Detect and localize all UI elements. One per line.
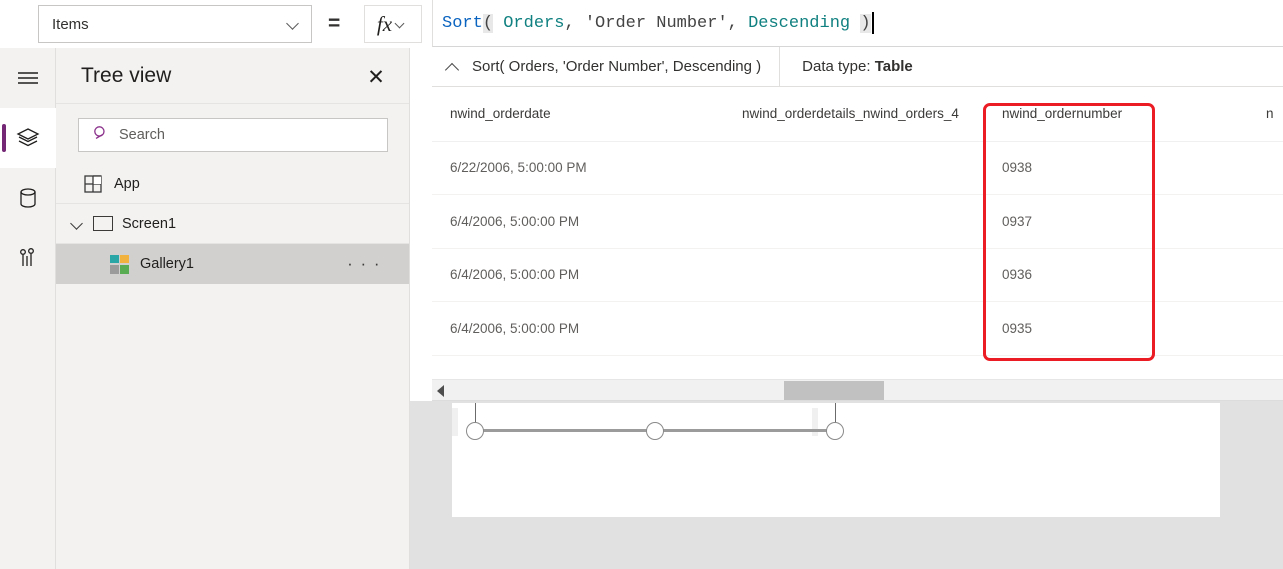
tree-item-app[interactable]: App	[56, 164, 409, 204]
table-cell: 6/4/2006, 5:00:00 PM	[432, 194, 724, 249]
close-icon[interactable]: ✕	[361, 62, 391, 92]
search-input[interactable]: Search	[78, 118, 388, 152]
data-type-value: Table	[874, 58, 913, 75]
formula-strip: Items = fx Sort( Orders, 'Order Number',…	[0, 0, 1283, 48]
fx-icon: fx	[376, 11, 393, 36]
table-cell	[1248, 141, 1283, 195]
chevron-down-icon[interactable]	[70, 217, 84, 231]
powerapps-studio: Items = fx Sort( Orders, 'Order Number',…	[0, 0, 1283, 569]
table-row[interactable]: 6/4/2006, 5:00:00 PM 0935	[432, 301, 1283, 356]
formula-token-identifier: Orders	[503, 13, 565, 33]
column-header[interactable]: nwind_ordernumber	[984, 87, 1248, 142]
gallery-icon	[110, 254, 129, 274]
table-cell	[1248, 248, 1283, 302]
app-icon	[84, 174, 102, 193]
resize-handle[interactable]	[826, 422, 844, 440]
data-type-label: Data type: Table	[780, 58, 913, 75]
rail-item-data[interactable]	[0, 168, 56, 228]
table-row[interactable]: 6/4/2006, 5:00:00 PM 0936	[432, 248, 1283, 302]
chevron-down-icon	[287, 18, 299, 30]
formula-token-paren: (	[482, 13, 494, 33]
tree-item-gallery1[interactable]: Gallery1 · · ·	[56, 244, 409, 284]
formula-token-function: Sort	[442, 13, 483, 33]
formula-text: Sort( Orders, 'Order Number', Descending…	[442, 13, 871, 33]
tree-item-label: App	[114, 175, 140, 192]
property-dropdown-value: Items	[52, 15, 89, 33]
selection-column-guide	[452, 408, 458, 436]
selection-stem	[475, 403, 476, 423]
fx-button[interactable]: fx	[364, 5, 422, 43]
result-expression: Sort( Orders, 'Order Number', Descending…	[472, 58, 762, 75]
rail-item-menu[interactable]	[0, 48, 56, 108]
resize-handle[interactable]	[466, 422, 484, 440]
formula-token-plain: ,	[564, 13, 585, 33]
tree-view-panel: Tree view ✕ Search App Screen1 Gallery1 …	[56, 48, 410, 569]
tree-item-screen1[interactable]: Screen1	[56, 204, 409, 244]
table-cell: 0935	[984, 301, 1248, 356]
table-body: 6/22/2006, 5:00:00 PM 0938 6/4/2006, 5:00:…	[432, 141, 1283, 356]
table-cell	[1248, 301, 1283, 356]
column-header[interactable]: nwind_orderdate	[432, 87, 724, 142]
scrollbar-thumb[interactable]	[784, 381, 884, 400]
table-cell: 6/22/2006, 5:00:00 PM	[432, 141, 724, 195]
data-preview-table[interactable]: nwind_orderdate nwind_orderdetails_nwind_…	[432, 87, 1283, 379]
search-icon	[93, 125, 109, 146]
scroll-left-arrow-icon[interactable]	[437, 385, 444, 397]
table-cell	[1248, 194, 1283, 249]
table-cell: 6/4/2006, 5:00:00 PM	[432, 301, 724, 356]
table-cell: 0938	[984, 141, 1248, 195]
table-cell: 0936	[984, 248, 1248, 302]
formula-token-identifier: Descending	[748, 13, 851, 33]
tree-item-label: Gallery1	[140, 256, 194, 272]
tree-item-label: Screen1	[122, 215, 177, 232]
formula-token-plain	[850, 14, 860, 33]
rail-item-tree-view[interactable]	[0, 108, 56, 168]
layers-icon	[16, 127, 40, 149]
formula-input[interactable]: Sort( Orders, 'Order Number', Descending…	[432, 0, 1283, 47]
settings-sliders-icon	[18, 247, 38, 269]
data-type-prefix: Data type:	[802, 58, 875, 75]
hamburger-menu-icon	[17, 70, 39, 86]
table-cell	[724, 141, 984, 195]
selection-stem	[835, 403, 836, 423]
chevron-up-icon	[445, 62, 459, 72]
tree-view-search-row: Search	[56, 104, 409, 164]
formula-result-bar: Sort( Orders, 'Order Number', Descending…	[432, 47, 1283, 87]
formula-token-string: 'Order Number'	[584, 13, 728, 33]
table-cell: 6/4/2006, 5:00:00 PM	[432, 248, 724, 302]
screen-icon	[93, 216, 113, 231]
text-caret	[871, 12, 874, 34]
table-header-row: nwind_orderdate nwind_orderdetails_nwind_…	[432, 87, 1283, 142]
table-cell	[724, 301, 984, 356]
chevron-down-icon	[395, 19, 405, 29]
property-dropdown[interactable]: Items	[38, 5, 312, 43]
formula-token-plain	[493, 14, 503, 33]
table-cell: 0937	[984, 194, 1248, 249]
column-header[interactable]: n	[1248, 87, 1283, 142]
horizontal-scrollbar[interactable]	[432, 379, 1283, 401]
tree-view-header: Tree view ✕	[56, 48, 409, 104]
formula-token-paren: )	[860, 13, 871, 33]
table-row[interactable]: 6/4/2006, 5:00:00 PM 0937	[432, 194, 1283, 249]
search-placeholder: Search	[119, 127, 165, 143]
column-header[interactable]: nwind_orderdetails_nwind_orders_4	[724, 87, 984, 142]
table-row[interactable]: 6/22/2006, 5:00:00 PM 0938	[432, 141, 1283, 195]
tree-view-title: Tree view	[81, 63, 172, 87]
table-cell	[724, 194, 984, 249]
rail-item-settings[interactable]	[0, 228, 56, 288]
resize-handle[interactable]	[646, 422, 664, 440]
formula-token-plain: ,	[727, 13, 749, 33]
left-icon-rail	[0, 48, 56, 569]
collapse-result-button[interactable]	[432, 47, 472, 87]
table-cell	[724, 248, 984, 302]
gallery-selection-overlay[interactable]	[452, 403, 852, 443]
equals-sign: =	[328, 12, 341, 35]
tree-item-overflow-menu[interactable]: · · ·	[347, 255, 381, 272]
database-icon	[18, 187, 38, 209]
